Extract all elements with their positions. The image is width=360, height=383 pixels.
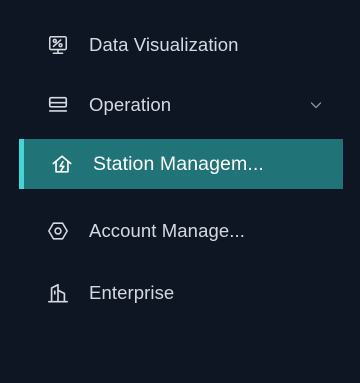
sidebar-item-data-visualization[interactable]: Data Visualization (19, 20, 343, 70)
sidebar-item-label: Station Managem... (93, 152, 264, 175)
enterprise-building-icon (46, 281, 70, 305)
sidebar-item-label: Enterprise (89, 282, 175, 303)
sidebar-menu: Data Visualization Operation Station Man… (0, 0, 360, 383)
sidebar-item-station-management[interactable]: Station Managem... (19, 139, 343, 189)
sidebar-item-label: Operation (89, 94, 172, 115)
sidebar-item-enterprise[interactable]: Enterprise (19, 268, 343, 318)
sidebar-item-operation[interactable]: Operation (19, 80, 343, 130)
chevron-down-icon[interactable] (309, 98, 323, 112)
sidebar-item-account-management[interactable]: Account Manage... (19, 206, 343, 256)
hexagon-settings-icon (46, 219, 70, 243)
station-home-icon (50, 152, 74, 176)
server-icon (46, 93, 70, 117)
sidebar-item-label: Data Visualization (89, 34, 239, 55)
sidebar-item-label: Account Manage... (89, 220, 245, 241)
monitor-chart-icon (46, 33, 70, 57)
